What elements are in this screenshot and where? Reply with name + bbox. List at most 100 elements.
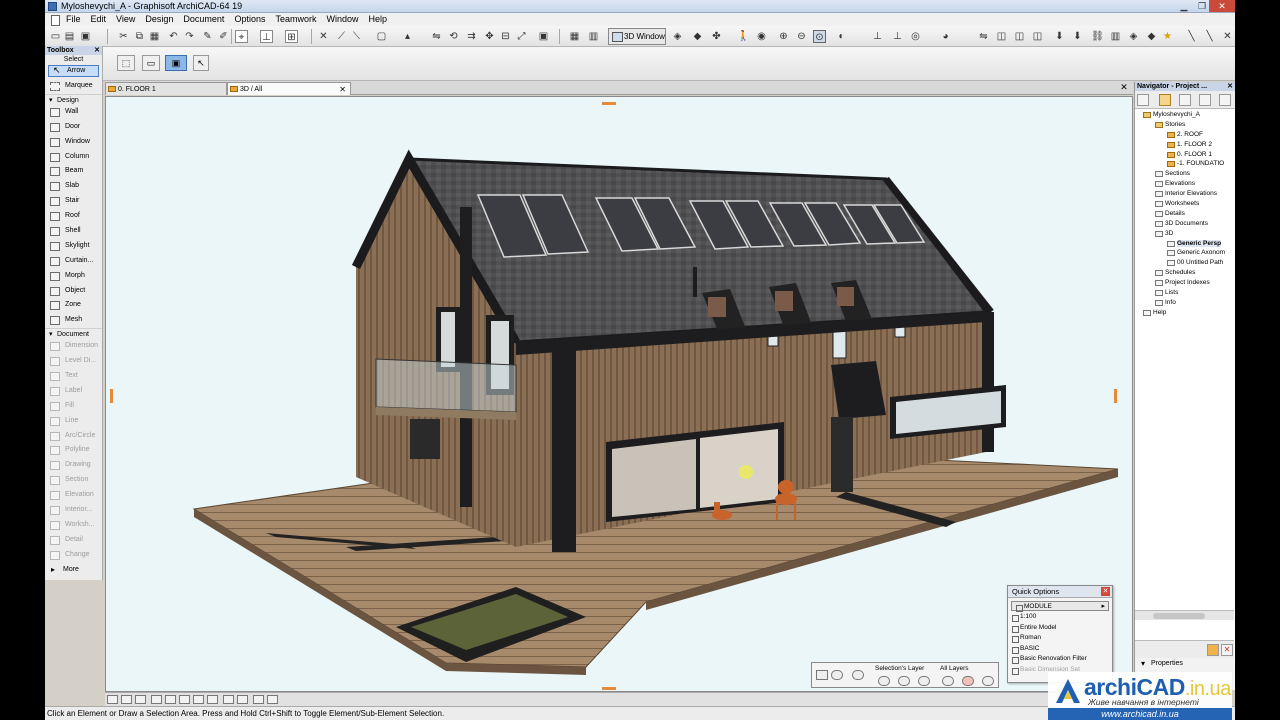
rect-select-icon[interactable]: ▭: [142, 55, 160, 71]
bim-icon[interactable]: ◆: [1145, 30, 1158, 43]
camera-icon[interactable]: ◎: [909, 30, 922, 43]
layout-book-icon[interactable]: [1179, 94, 1191, 106]
3d-projection-icon[interactable]: ◈: [671, 30, 684, 43]
nav-item-schedules[interactable]: Schedules: [1135, 268, 1234, 278]
explore-icon[interactable]: ◉: [755, 30, 768, 43]
quick-option-basic-renovation-filter[interactable]: Basic Renovation Filter: [1008, 654, 1112, 665]
nav-item-elevations[interactable]: Elevations: [1135, 179, 1234, 189]
nav-item-sections[interactable]: Sections: [1135, 169, 1234, 179]
all-layers-hide-icon[interactable]: [982, 676, 994, 686]
library-icon[interactable]: ▥: [1109, 30, 1122, 43]
orbit-icon[interactable]: ✤: [710, 30, 723, 43]
minimize-icon[interactable]: ▁: [1175, 0, 1193, 12]
camera-small-icon[interactable]: [253, 695, 264, 704]
nav-item-1-foundatio[interactable]: -1. FOUNDATIO: [1135, 159, 1234, 169]
navigator-settings-icon[interactable]: [1207, 644, 1219, 656]
section-view-icon[interactable]: ▥: [587, 30, 600, 43]
nav-item-2-roof[interactable]: 2. ROOF: [1135, 130, 1234, 140]
adjust-icon[interactable]: ⟍: [350, 30, 363, 43]
quick-option-module[interactable]: MODULE: [1011, 601, 1109, 612]
layer-eye-icon[interactable]: [831, 670, 843, 680]
tool-dimension[interactable]: Dimension: [45, 339, 102, 354]
project-map-icon[interactable]: [1137, 94, 1149, 106]
tool-stair[interactable]: Stair: [45, 194, 102, 209]
menu-window[interactable]: Window: [321, 13, 363, 26]
tool-worksh[interactable]: Worksh...: [45, 518, 102, 533]
walk-small-icon[interactable]: [223, 695, 234, 704]
marker-icon[interactable]: ⬇: [1053, 30, 1066, 43]
document-menu-icon[interactable]: [49, 13, 61, 26]
tool-text[interactable]: Text: [45, 369, 102, 384]
view-icon-1[interactable]: [107, 695, 118, 704]
undo-icon[interactable]: ↶: [167, 30, 180, 43]
nav-item-3d-documents[interactable]: 3D Documents: [1135, 219, 1234, 229]
redo-icon[interactable]: ↷: [183, 30, 196, 43]
layer-palette-icon[interactable]: [816, 670, 828, 680]
tool-mesh[interactable]: Mesh: [45, 313, 102, 328]
elevation-marker-icon[interactable]: ⊥: [891, 30, 904, 43]
menu-file[interactable]: File: [61, 13, 86, 26]
stretch-icon[interactable]: ⤢: [515, 30, 528, 43]
snap-guides-icon[interactable]: ⌖: [235, 30, 248, 43]
tab-floor-1[interactable]: 0. FLOOR 1: [105, 82, 227, 95]
more-tools[interactable]: More: [45, 563, 102, 576]
pin-icon[interactable]: ⬇: [1071, 30, 1084, 43]
hotlink-icon[interactable]: ⛓: [1091, 30, 1104, 43]
nav-item-lists[interactable]: Lists: [1135, 288, 1234, 298]
close-icon[interactable]: ✕: [1209, 0, 1235, 12]
all-layers-lock-icon[interactable]: [962, 676, 974, 686]
arrow-select-icon[interactable]: ⬚: [117, 55, 135, 71]
pointer-icon[interactable]: ↖: [193, 55, 209, 71]
group-icon[interactable]: ▢: [375, 30, 388, 43]
walk-icon[interactable]: 🚶: [737, 30, 750, 43]
orbit-small-icon[interactable]: [207, 695, 218, 704]
menu-document[interactable]: Document: [178, 13, 229, 26]
save-icon[interactable]: ▣: [79, 30, 92, 43]
quick-option-basic[interactable]: BASIC: [1008, 644, 1112, 655]
document-group-header[interactable]: Document: [45, 328, 102, 340]
gravity-icon[interactable]: ⊥: [260, 30, 273, 43]
tool-polyline[interactable]: Polyline: [45, 443, 102, 458]
marquee-tool[interactable]: Marquee: [45, 79, 102, 94]
offset-icon[interactable]: ⇉: [465, 30, 478, 43]
nav-item-info[interactable]: Info: [1135, 298, 1234, 308]
tool-zone[interactable]: Zone: [45, 298, 102, 313]
tool-shell[interactable]: Shell: [45, 224, 102, 239]
view-map-icon[interactable]: [1159, 94, 1171, 106]
favorites-star-icon[interactable]: ★: [1161, 30, 1174, 43]
close-toolbar-icon[interactable]: ✕: [1221, 30, 1234, 43]
menu-options[interactable]: Options: [229, 13, 270, 26]
tool-column[interactable]: Column: [45, 150, 102, 165]
tab-3d-all[interactable]: 3D / All ✕: [227, 82, 351, 95]
view-icon-3[interactable]: [135, 695, 146, 704]
zoom-in-icon[interactable]: ⊕: [777, 30, 790, 43]
paste-icon[interactable]: ▦: [148, 30, 161, 43]
tool-curtain[interactable]: Curtain...: [45, 254, 102, 269]
open-folder-icon[interactable]: ▤: [63, 30, 76, 43]
nav-item-project-indexes[interactable]: Project Indexes: [1135, 278, 1234, 288]
quick-option-roman[interactable]: Roman: [1008, 633, 1112, 644]
nav-item-1-floor-2[interactable]: 1. FLOOR 2: [1135, 140, 1234, 150]
cutting-plane-icon[interactable]: ◐: [835, 30, 848, 43]
all-layers-show-icon[interactable]: [942, 676, 954, 686]
cut-icon[interactable]: ✂: [117, 30, 130, 43]
nav-item-generic-axonom[interactable]: Generic Axonom: [1135, 248, 1234, 258]
layer-settings-icon[interactable]: ◫: [995, 30, 1008, 43]
menu-view[interactable]: View: [111, 13, 140, 26]
navigator-delete-icon[interactable]: ✕: [1221, 644, 1233, 656]
tool-detail[interactable]: Detail: [45, 533, 102, 548]
nav-item-3d[interactable]: 3D: [1135, 229, 1234, 239]
navigator-close-icon[interactable]: ✕: [1227, 82, 1233, 91]
selection-layer-show-icon[interactable]: [878, 676, 890, 686]
tool-drawing[interactable]: Drawing: [45, 458, 102, 473]
line-tool-icon[interactable]: ╲: [1185, 30, 1198, 43]
nav-item-generic-persp[interactable]: Generic Persp: [1135, 239, 1234, 249]
tool-level-di[interactable]: Level Di...: [45, 354, 102, 369]
explore-small-icon[interactable]: [237, 695, 248, 704]
inject-icon[interactable]: ✐: [217, 30, 230, 43]
tool-wall[interactable]: Wall: [45, 105, 102, 120]
tool-roof[interactable]: Roof: [45, 209, 102, 224]
tool-arc-circle[interactable]: Arc/Circle: [45, 429, 102, 444]
navigator-scrollbar[interactable]: [1135, 610, 1234, 620]
tool-change[interactable]: Change: [45, 548, 102, 563]
